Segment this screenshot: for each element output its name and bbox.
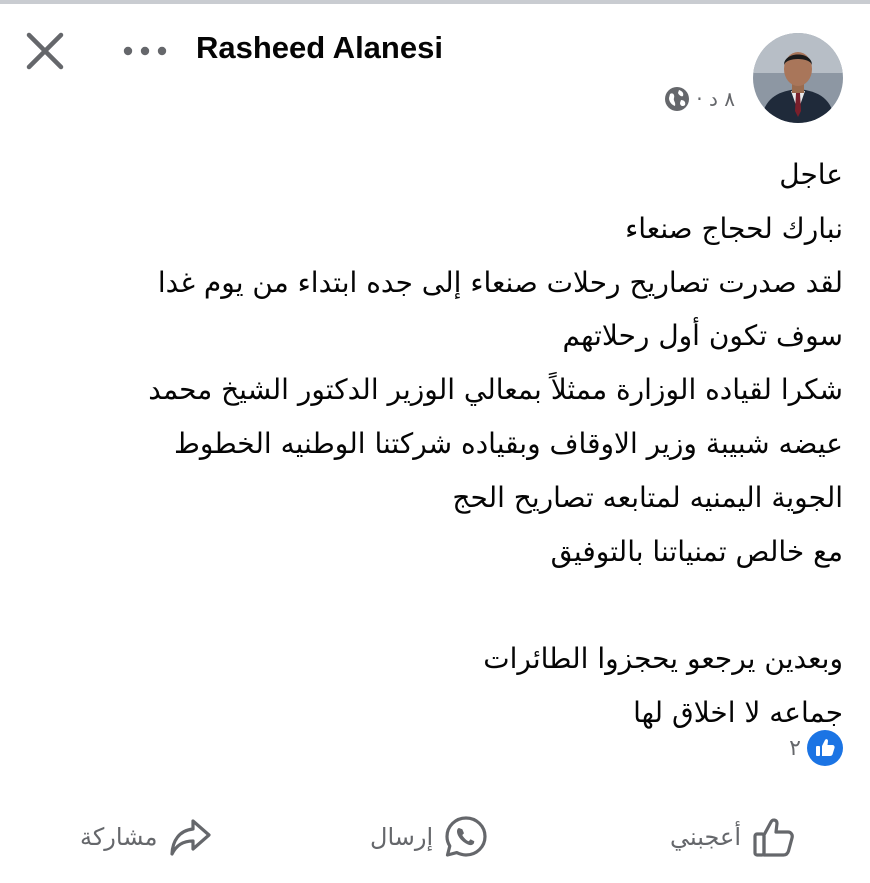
whatsapp-icon [445, 816, 487, 857]
share-label: مشاركة [80, 823, 158, 851]
reaction-count: ٢ [789, 735, 801, 761]
post-line: وبعدين يرجعو يحجزوا الطائرات [483, 642, 843, 676]
author-name[interactable]: Rasheed Alanesi [196, 30, 443, 66]
post-line: لقد صدرت تصاريح رحلات صنعاء إلى جده ابتد… [157, 265, 843, 299]
send-button[interactable]: إرسال [370, 810, 489, 864]
more-horizontal-icon [123, 46, 167, 56]
send-label: إرسال [370, 823, 434, 851]
timestamp[interactable]: ٨ د · [696, 87, 735, 111]
post-text: عاجل نبارك لحجاج صنعاء لقد صدرت تصاريح ر… [23, 148, 843, 740]
top-divider [0, 0, 870, 4]
share-button[interactable]: مشاركة [80, 810, 213, 864]
like-reaction-icon [807, 730, 843, 766]
post-line: عاجل [779, 158, 843, 191]
reactions-summary[interactable]: ٢ [789, 730, 843, 766]
post-line: مع خالص تمنياتنا بالتوفيق [550, 534, 843, 568]
close-button[interactable] [22, 28, 68, 74]
close-icon [26, 32, 64, 70]
post-line-blank [23, 578, 843, 632]
like-button[interactable]: أعجبني [670, 810, 797, 864]
like-label: أعجبني [670, 823, 741, 851]
share-arrow-icon [170, 819, 212, 856]
thumbs-up-icon [753, 818, 794, 857]
post-line: نبارك لحجاج صنعاء [625, 211, 843, 245]
more-options-button[interactable] [118, 36, 172, 66]
post-line: جماعه لا اخلاق لها [633, 695, 843, 729]
post-line: عيضه شبيبة وزير الاوقاف وبقياده شركتنا ا… [173, 426, 843, 460]
globe-icon [665, 87, 690, 111]
avatar[interactable] [753, 33, 843, 123]
post-line: الجوية اليمنيه لمتابعه تصاريح الحج [452, 480, 843, 514]
post-line: سوف تكون أول رحلاتهم [562, 319, 843, 353]
post-meta: ٨ د · [664, 86, 735, 112]
post-line: شكرا لقياده الوزارة ممثلاً بمعالي الوزير… [148, 373, 843, 407]
